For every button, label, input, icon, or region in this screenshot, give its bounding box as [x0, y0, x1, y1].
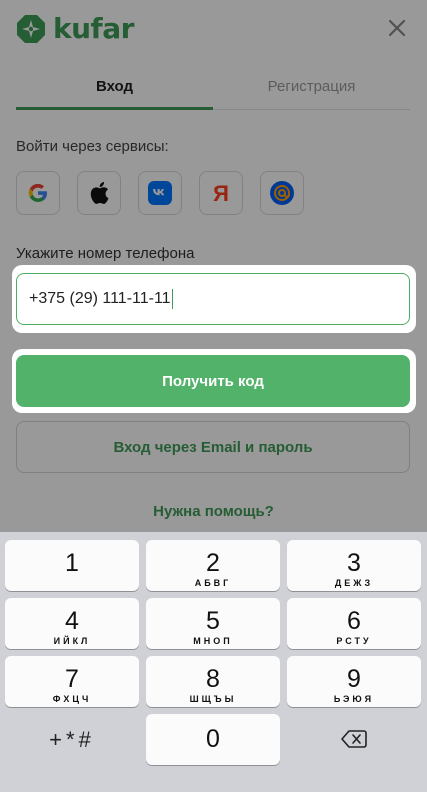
mail-ru-login-button[interactable]	[260, 171, 304, 215]
get-code-button[interactable]: Получить код	[16, 355, 410, 407]
google-login-button[interactable]	[16, 171, 60, 215]
key-letters: ЬЭЮЯ	[333, 694, 375, 704]
get-code-highlight: Получить код	[12, 349, 416, 413]
key-8[interactable]: 8 ШЩЪЫ	[146, 656, 280, 707]
email-login-button[interactable]: Вход через Email и пароль	[16, 421, 410, 473]
key-digit: 0	[206, 725, 220, 753]
key-digit: 9	[347, 665, 361, 693]
key-digit: 8	[206, 665, 220, 693]
help-link[interactable]: Нужна помощь?	[0, 503, 427, 520]
key-letters: ДЕЖЗ	[334, 578, 374, 588]
header: kufar	[0, 0, 427, 60]
key-digit: 2	[206, 549, 220, 577]
logo-text: kufar	[53, 12, 134, 45]
key-7[interactable]: 7 ФХЦЧ	[5, 656, 139, 707]
key-symbols[interactable]: +*#	[5, 714, 139, 765]
vk-icon	[148, 181, 172, 205]
key-letters: ШЩЪЫ	[189, 694, 237, 704]
tab-registration[interactable]: Регистрация	[213, 70, 410, 109]
svg-text:Я: Я	[213, 181, 229, 205]
phone-input[interactable]: +375 (29) 111-11-11	[16, 273, 410, 325]
kufar-logo-icon	[17, 15, 45, 43]
key-4[interactable]: 4 ИЙКЛ	[5, 598, 139, 649]
key-0[interactable]: 0	[146, 714, 280, 765]
key-letters: ФХЦЧ	[52, 694, 92, 704]
key-digit: 6	[347, 607, 361, 635]
apple-login-button[interactable]	[77, 171, 121, 215]
key-digit: 3	[347, 549, 361, 577]
key-digit: 4	[65, 607, 79, 635]
key-delete[interactable]	[287, 714, 421, 765]
backspace-icon	[341, 730, 367, 748]
google-icon	[28, 183, 48, 203]
key-2[interactable]: 2 АБВГ	[146, 540, 280, 591]
auth-tabs: Вход Регистрация	[16, 70, 410, 110]
yandex-login-button[interactable]: Я	[199, 171, 243, 215]
key-letters: МНОП	[193, 636, 233, 646]
close-icon[interactable]	[387, 18, 407, 38]
key-digit: 1	[65, 549, 79, 577]
key-letters: ИЙКЛ	[53, 636, 91, 646]
key-letters: РСТУ	[336, 636, 372, 646]
numeric-keyboard: 1 2 АБВГ 3 ДЕЖЗ 4 ИЙКЛ 5 МНОП 6 РСТУ 7 ФХЦЧ 8Ш…	[0, 532, 427, 792]
key-letters: АБВГ	[194, 578, 232, 588]
symbols-label: +*#	[49, 727, 95, 752]
key-3[interactable]: 3 ДЕЖЗ	[287, 540, 421, 591]
key-digit: 5	[206, 607, 220, 635]
key-1[interactable]: 1	[5, 540, 139, 591]
phone-label: Укажите номер телефона	[16, 245, 195, 262]
social-login-row: Я	[16, 171, 304, 215]
mail-ru-icon	[270, 181, 294, 205]
key-5[interactable]: 5 МНОП	[146, 598, 280, 649]
tab-login[interactable]: Вход	[16, 70, 213, 110]
apple-icon	[90, 182, 109, 204]
key-9[interactable]: 9 ЬЭЮЯ	[287, 656, 421, 707]
services-label: Войти через сервисы:	[16, 138, 169, 155]
key-6[interactable]: 6 РСТУ	[287, 598, 421, 649]
kufar-logo: kufar	[16, 14, 134, 44]
yandex-icon: Я	[213, 181, 229, 205]
vk-login-button[interactable]	[138, 171, 182, 215]
phone-value: +375 (29) 111-11-11	[29, 290, 171, 307]
key-digit: 7	[65, 665, 79, 693]
text-caret	[171, 289, 173, 309]
phone-input-highlight: +375 (29) 111-11-11	[12, 265, 416, 333]
